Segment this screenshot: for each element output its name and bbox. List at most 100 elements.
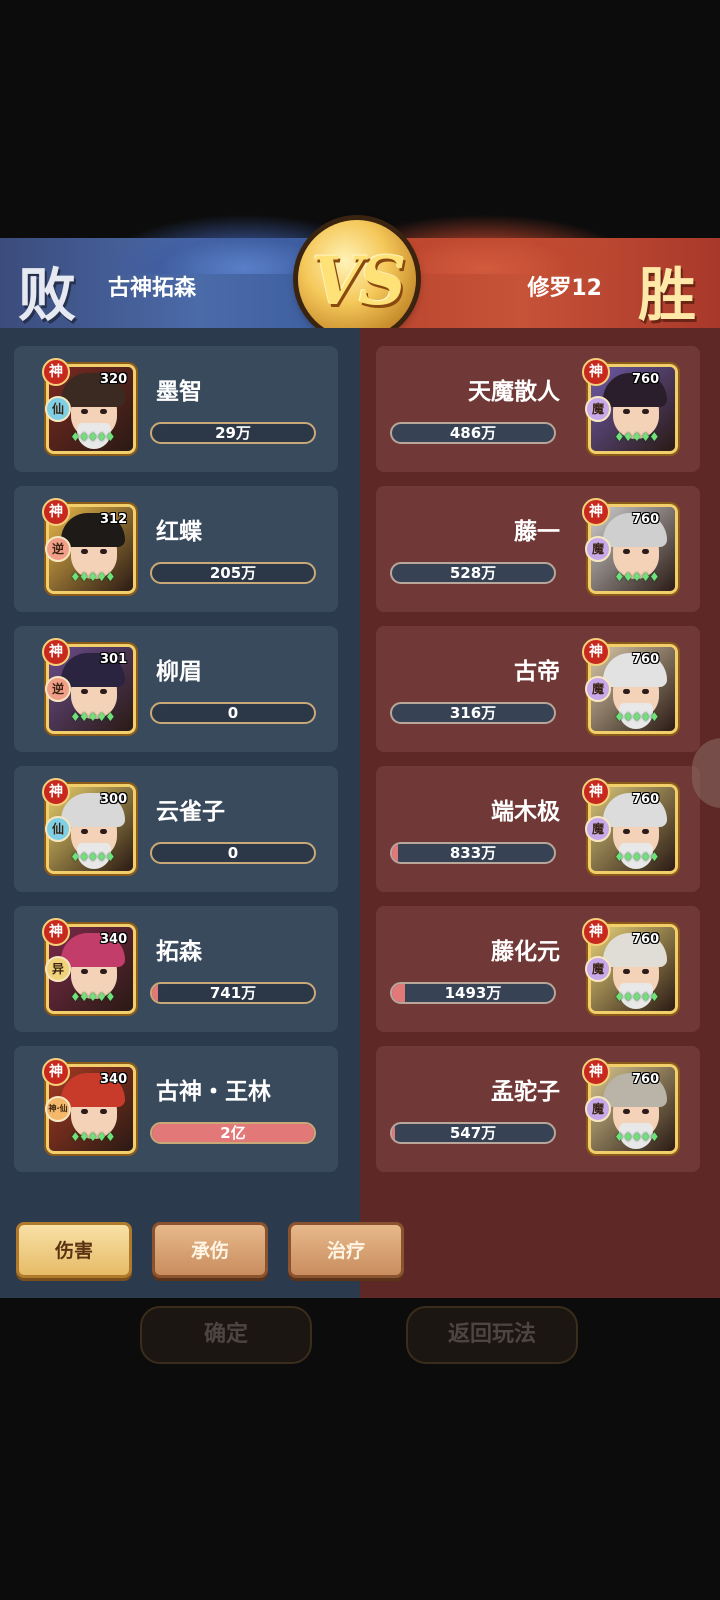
stat-value: 2亿 bbox=[220, 1124, 246, 1142]
hero-name: 拓森 bbox=[156, 939, 202, 965]
stat-bar: 1493万 bbox=[390, 982, 556, 1004]
hero-eye bbox=[623, 689, 630, 694]
rank-badge: 神 bbox=[42, 498, 70, 526]
hero-name: 红蝶 bbox=[156, 519, 202, 545]
stat-bar: 316万 bbox=[390, 702, 556, 724]
stat-bar: 833万 bbox=[390, 842, 556, 864]
stat-bar: 547万 bbox=[390, 1122, 556, 1144]
hero-eye bbox=[623, 1109, 630, 1114]
faction-badge: 逆 bbox=[45, 676, 71, 702]
hero-eye bbox=[100, 549, 107, 554]
faction-badge: 魔 bbox=[585, 956, 611, 982]
stat-bar: 741万 bbox=[150, 982, 316, 1004]
hero-card[interactable]: 神逆 312 ♦♦♦♦♦ 红蝶 205万 bbox=[14, 486, 338, 612]
hero-card[interactable]: 神魔 760 ♦♦♦♦♦ 藤一 528万 bbox=[376, 486, 700, 612]
hero-eye bbox=[642, 409, 649, 414]
faction-badge: 魔 bbox=[585, 816, 611, 842]
hero-card[interactable]: 神魔 760 ♦♦♦♦♦ 孟驼子 547万 bbox=[376, 1046, 700, 1172]
stat-bar: 2亿 bbox=[150, 1122, 316, 1144]
star-rating-icon: ♦♦♦♦♦ bbox=[614, 430, 660, 444]
hero-card[interactable]: 神逆 301 ♦♦♦♦♦ 柳眉 0 bbox=[14, 626, 338, 752]
stat-value: 0 bbox=[227, 704, 239, 722]
star-rating-icon: ♦♦♦♦♦ bbox=[70, 710, 116, 724]
hero-eye bbox=[642, 829, 649, 834]
tab-healing[interactable]: 治疗 bbox=[288, 1222, 404, 1278]
star-rating-icon: ♦♦♦♦♦ bbox=[614, 1130, 660, 1144]
rank-badge: 神 bbox=[42, 638, 70, 666]
star-rating-icon: ♦♦♦♦♦ bbox=[70, 430, 116, 444]
faction-badge: 魔 bbox=[585, 676, 611, 702]
stat-value: 741万 bbox=[209, 984, 257, 1002]
star-rating-icon: ♦♦♦♦♦ bbox=[614, 990, 660, 1004]
hero-eye bbox=[81, 829, 88, 834]
hero-eye bbox=[100, 829, 107, 834]
confirm-button[interactable]: 确定 bbox=[140, 1306, 312, 1364]
tab-damage[interactable]: 伤害 bbox=[16, 1222, 132, 1278]
hero-eye bbox=[81, 689, 88, 694]
rank-badge: 神 bbox=[42, 778, 70, 806]
vs-banner: 败 古神拓森 修罗12 胜 VS bbox=[0, 214, 720, 338]
hero-eye bbox=[623, 829, 630, 834]
hero-level: 340 bbox=[100, 932, 128, 947]
hero-card[interactable]: 神神·仙 340 ♦♦♦♦♦ 古神・王林 2亿 bbox=[14, 1046, 338, 1172]
hero-eye bbox=[81, 969, 88, 974]
faction-badge: 魔 bbox=[585, 396, 611, 422]
left-player-name: 古神拓森 bbox=[108, 276, 197, 301]
star-rating-icon: ♦♦♦♦♦ bbox=[70, 990, 116, 1004]
rank-badge: 神 bbox=[582, 1058, 610, 1086]
rank-badge: 神 bbox=[42, 358, 70, 386]
hero-eye bbox=[623, 409, 630, 414]
stat-value: 0 bbox=[227, 844, 239, 862]
hero-eye bbox=[100, 969, 107, 974]
hero-level: 760 bbox=[632, 512, 660, 527]
hero-eye bbox=[81, 409, 88, 414]
hero-card[interactable]: 神异 340 ♦♦♦♦♦ 拓森 741万 bbox=[14, 906, 338, 1032]
stat-value: 528万 bbox=[449, 564, 497, 582]
hero-name: 藤一 bbox=[514, 519, 560, 545]
hero-level: 760 bbox=[632, 1072, 660, 1087]
hero-eye bbox=[100, 409, 107, 414]
rank-badge: 神 bbox=[582, 358, 610, 386]
hero-card[interactable]: 神魔 760 ♦♦♦♦♦ 古帝 316万 bbox=[376, 626, 700, 752]
hero-name: 墨智 bbox=[156, 379, 202, 405]
faction-badge: 魔 bbox=[585, 1096, 611, 1122]
star-rating-icon: ♦♦♦♦♦ bbox=[614, 710, 660, 724]
star-rating-icon: ♦♦♦♦♦ bbox=[614, 850, 660, 864]
stat-value: 547万 bbox=[449, 1124, 497, 1142]
hero-name: 端木极 bbox=[491, 799, 560, 825]
hero-card[interactable]: 神仙 300 ♦♦♦♦♦ 云雀子 0 bbox=[14, 766, 338, 892]
hero-card[interactable]: 神魔 760 ♦♦♦♦♦ 端木极 833万 bbox=[376, 766, 700, 892]
faction-badge: 仙 bbox=[45, 816, 71, 842]
faction-badge: 魔 bbox=[585, 536, 611, 562]
stat-bar: 29万 bbox=[150, 422, 316, 444]
hero-name: 古神・王林 bbox=[156, 1079, 271, 1105]
star-rating-icon: ♦♦♦♦♦ bbox=[70, 850, 116, 864]
stat-value: 486万 bbox=[449, 424, 497, 442]
hero-level: 312 bbox=[100, 512, 128, 527]
hero-level: 340 bbox=[100, 1072, 128, 1087]
rank-badge: 神 bbox=[42, 1058, 70, 1086]
hero-level: 300 bbox=[100, 792, 128, 807]
rank-badge: 神 bbox=[42, 918, 70, 946]
rank-badge: 神 bbox=[582, 918, 610, 946]
hero-name: 古帝 bbox=[514, 659, 560, 685]
tab-damage-taken[interactable]: 承伤 bbox=[152, 1222, 268, 1278]
hero-level: 320 bbox=[100, 372, 128, 387]
right-player-name: 修罗12 bbox=[527, 276, 602, 301]
star-rating-icon: ♦♦♦♦♦ bbox=[70, 570, 116, 584]
battle-result-screen: { "header": { "left_result": "败", "left_… bbox=[0, 0, 720, 1600]
hero-card[interactable]: 神魔 760 ♦♦♦♦♦ 天魔散人 486万 bbox=[376, 346, 700, 472]
hero-level: 760 bbox=[632, 652, 660, 667]
hero-eye bbox=[623, 549, 630, 554]
hero-card[interactable]: 神魔 760 ♦♦♦♦♦ 藤化元 1493万 bbox=[376, 906, 700, 1032]
hero-eye bbox=[81, 549, 88, 554]
rank-badge: 神 bbox=[582, 778, 610, 806]
hero-level: 301 bbox=[100, 652, 128, 667]
back-to-mode-button[interactable]: 返回玩法 bbox=[406, 1306, 578, 1364]
vs-emblem: VS bbox=[298, 220, 416, 338]
hero-card[interactable]: 神仙 320 ♦♦♦♦♦ 墨智 29万 bbox=[14, 346, 338, 472]
hero-eye bbox=[100, 1109, 107, 1114]
vs-text: VS bbox=[311, 242, 407, 320]
hero-name: 柳眉 bbox=[156, 659, 202, 685]
stat-value: 29万 bbox=[215, 424, 251, 442]
